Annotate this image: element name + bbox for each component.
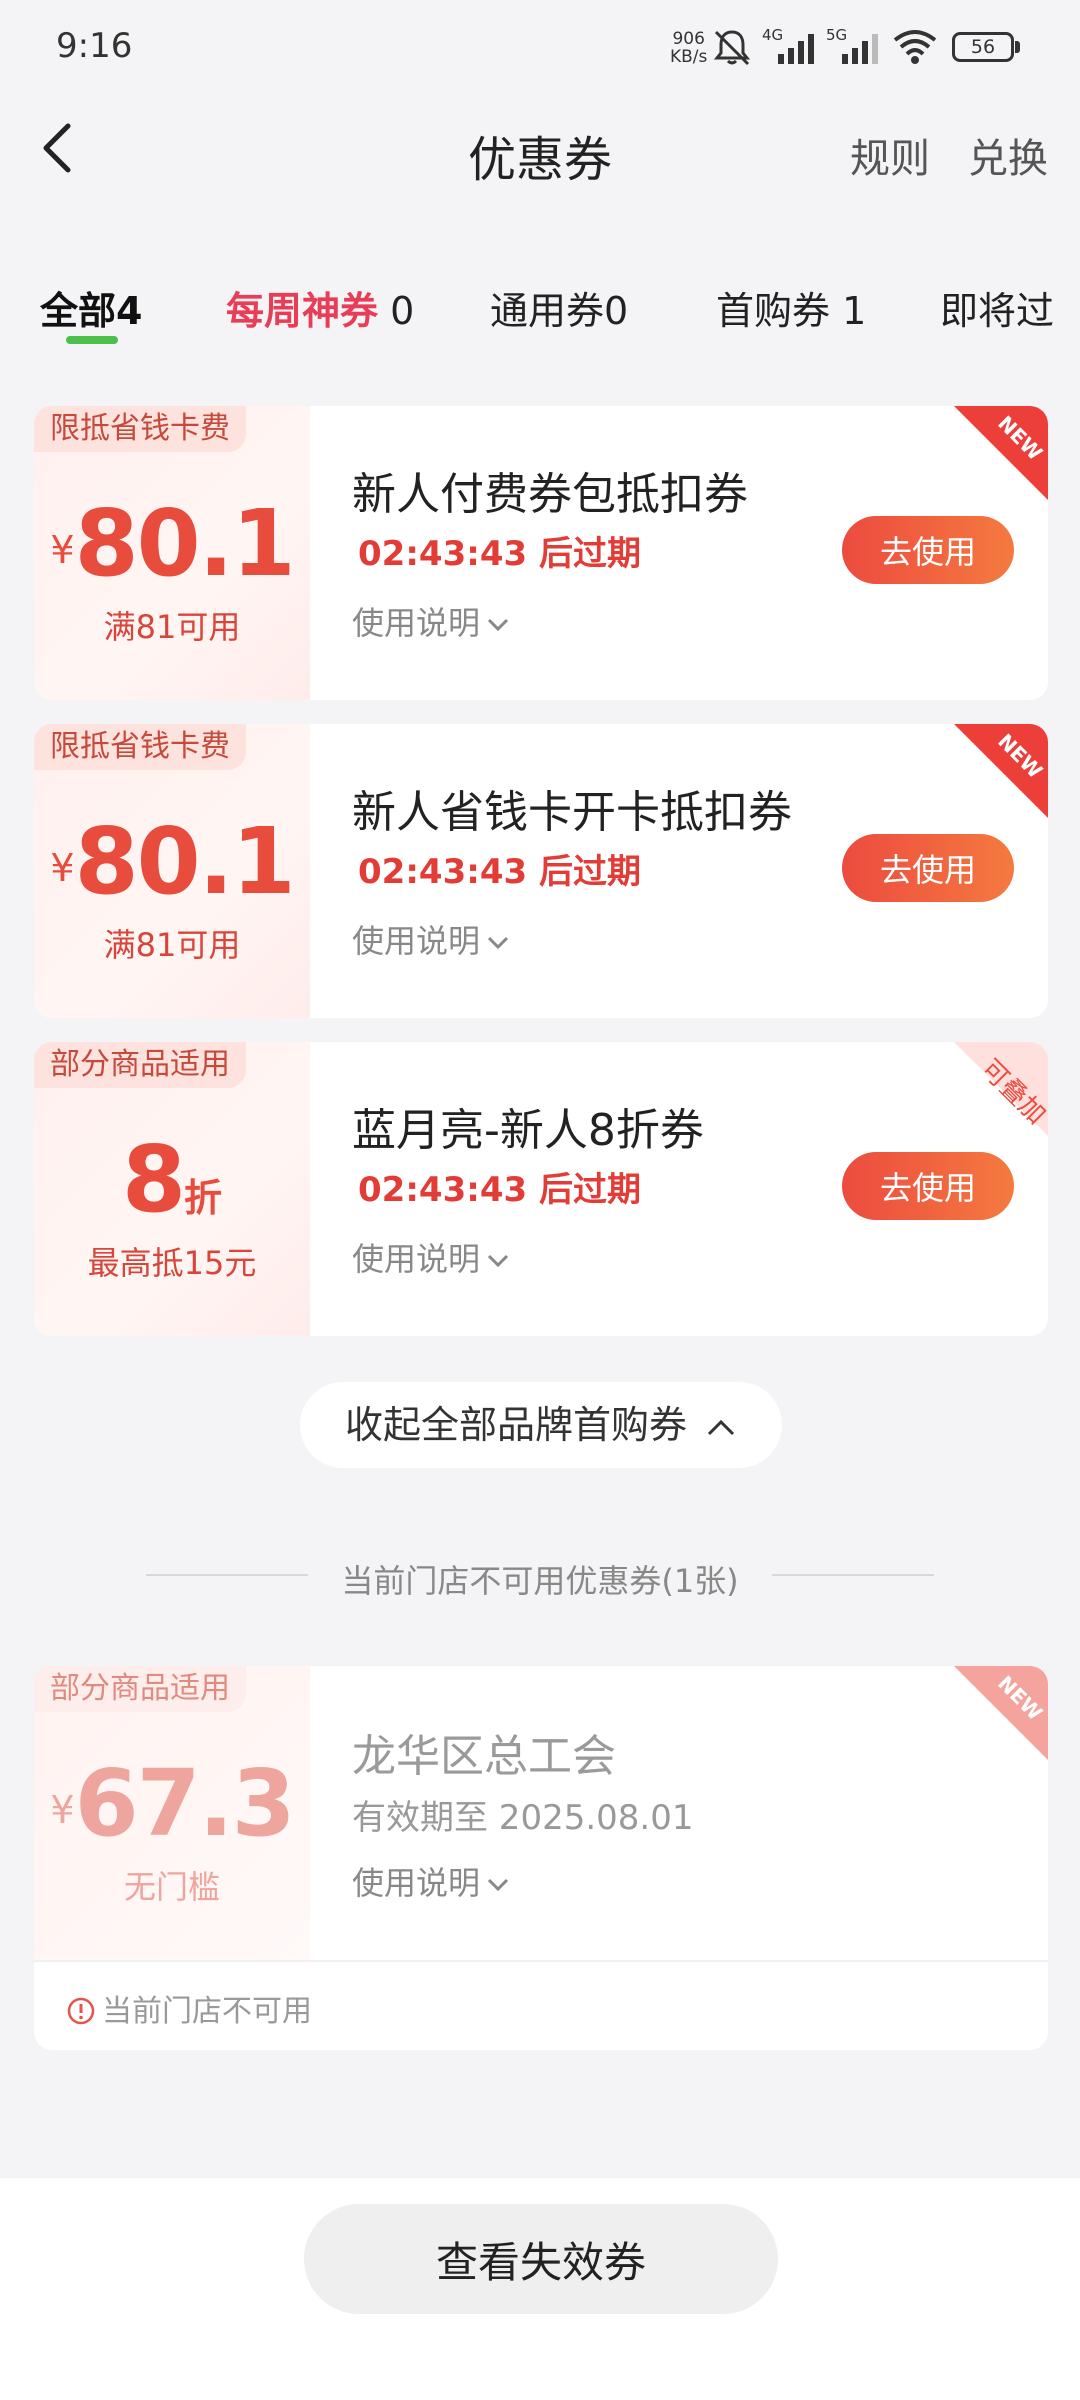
signal-5g-icon [842,34,878,64]
header: 优惠券 规则 兑换 [0,96,1080,206]
rules-link[interactable]: 规则 [850,126,930,184]
usage-instructions-label: 使用说明 [352,922,481,960]
coupon-tag: 限抵省钱卡费 [34,724,246,770]
coupon-tabs: 全部4 每周神券 0 通用券0 首购券 1 即将过 [0,260,1080,360]
tab-expiring[interactable]: 即将过 [940,280,1054,335]
usage-instructions-toggle[interactable]: 使用说明 [352,1858,510,1904]
coupon-value-panel: 部分商品适用 8折 最高抵15元 [34,1042,310,1336]
coupon-condition: 满81可用 [103,926,241,964]
coupon-validity: 有效期至 2025.08.01 [352,1798,694,1838]
redeem-link[interactable]: 兑换 [968,126,1048,184]
chevron-down-icon [487,1878,509,1892]
coupon-name: 龙华区总工会 [352,1731,616,1782]
tab-general-label: 通用券 [490,289,605,333]
usage-instructions-label: 使用说明 [352,1240,481,1278]
wifi-icon [893,30,937,64]
battery-tip [1015,41,1020,53]
chevron-down-icon [487,1254,509,1268]
net-speed-value: 906 [672,29,705,49]
usage-instructions-toggle[interactable]: 使用说明 [352,916,510,962]
usage-instructions-toggle[interactable]: 使用说明 [352,1234,510,1280]
use-coupon-button[interactable]: 去使用 [842,1152,1014,1220]
usage-instructions-label: 使用说明 [352,604,481,642]
signal-4g-icon [778,34,814,64]
tab-all-count: 4 [116,289,143,333]
net-speed-unit: KB/s [670,47,708,67]
view-expired-coupons-button[interactable]: 查看失效券 [304,2204,778,2314]
warning-icon [67,1997,95,2025]
chevron-up-icon [707,1419,735,1435]
coupon-condition: 最高抵15元 [87,1244,257,1282]
mute-bell-icon [713,30,751,66]
unavailable-coupon-card[interactable]: 部分商品适用 ¥67.3 无门槛 龙华区总工会 有效期至 2025.08.01 … [34,1666,1048,2050]
tab-expiring-label: 即将过 [940,289,1055,333]
currency-symbol: ¥ [50,1788,75,1832]
coupon-tag: 部分商品适用 [34,1666,246,1712]
collapse-label: 收起全部品牌首购券 [344,1403,687,1447]
battery-icon: 56 [952,32,1014,62]
tab-general-count: 0 [604,289,629,333]
use-coupon-button[interactable]: 去使用 [842,516,1014,584]
chevron-down-icon [487,936,509,950]
tab-first-purchase-count: 1 [842,289,867,333]
tab-all-label: 全部 [40,289,117,333]
status-bar: 9:16 906 KB/s 4G 5G 56 [0,0,1080,90]
coupon-amount-value: 80.1 [74,490,296,597]
coupon-condition: 无门槛 [123,1868,220,1906]
tab-general[interactable]: 通用券0 [490,280,628,335]
coupon-name: 蓝月亮-新人8折券 [352,1105,704,1156]
coupon-tag: 限抵省钱卡费 [34,406,246,452]
coupon-name: 新人付费券包抵扣券 [352,469,748,520]
coupon-expiry: 02:43:43 后过期 [358,1170,641,1210]
coupon-value-panel: 限抵省钱卡费 ¥80.1 满81可用 [34,406,310,700]
chevron-down-icon [487,618,509,632]
coupon-card[interactable]: 限抵省钱卡费 ¥80.1 满81可用 新人省钱卡开卡抵扣券 02:43:43 后… [34,724,1048,1018]
coupon-amount-value: 67.3 [74,1750,296,1857]
coupon-amount-value: 80.1 [74,808,296,915]
usage-instructions-label: 使用说明 [352,1864,481,1902]
coupon-condition: 满81可用 [103,608,241,646]
coupon-card[interactable]: 限抵省钱卡费 ¥80.1 满81可用 新人付费券包抵扣券 02:43:43 后过… [34,406,1048,700]
battery-level: 56 [970,36,996,58]
currency-symbol: ¥ [50,528,75,572]
unavailable-coupon-body: 部分商品适用 ¥67.3 无门槛 龙华区总工会 有效期至 2025.08.01 … [34,1666,1048,1960]
card-separator [34,1960,1048,1962]
coupon-value-panel: 限抵省钱卡费 ¥80.1 满81可用 [34,724,310,1018]
tab-first-purchase[interactable]: 首购券 1 [716,280,866,335]
coupon-value-panel: 部分商品适用 ¥67.3 无门槛 [34,1666,310,1960]
collapse-first-purchase-button[interactable]: 收起全部品牌首购券 [300,1382,782,1468]
coupon-expiry: 02:43:43 后过期 [358,852,641,892]
use-coupon-button[interactable]: 去使用 [842,834,1014,902]
unavailable-warning-text: 当前门店不可用 [102,1994,312,2029]
coupon-card[interactable]: 部分商品适用 8折 最高抵15元 蓝月亮-新人8折券 02:43:43 后过期 … [34,1042,1048,1336]
unavailable-section-title: 当前门店不可用优惠券(1张) [341,1562,739,1600]
coupon-amount: ¥67.3 [34,1750,310,1857]
usage-instructions-toggle[interactable]: 使用说明 [352,598,510,644]
tab-all[interactable]: 全部4 [40,280,142,335]
status-time: 9:16 [56,26,133,66]
coupon-tag: 部分商品适用 [34,1042,246,1088]
coupon-amount: ¥80.1 [34,808,310,915]
net-speed: 906 KB/s [670,30,707,66]
discount-unit: 折 [184,1176,223,1220]
currency-symbol: ¥ [50,846,75,890]
tab-weekly-count: 0 [390,289,415,333]
tab-first-purchase-label: 首购券 [716,289,831,333]
unavailable-warning: 当前门店不可用 [66,1986,312,2030]
coupon-name: 新人省钱卡开卡抵扣券 [352,787,792,838]
coupon-discount-value: 8 [121,1126,186,1233]
tab-weekly[interactable]: 每周神券 0 [226,280,414,335]
coupon-amount: ¥80.1 [34,490,310,597]
divider-line-right [772,1574,934,1576]
active-tab-indicator [66,336,118,344]
tab-weekly-label: 每周神券 [226,289,379,333]
coupon-expiry: 02:43:43 后过期 [358,534,641,574]
coupon-amount: 8折 [34,1126,310,1233]
